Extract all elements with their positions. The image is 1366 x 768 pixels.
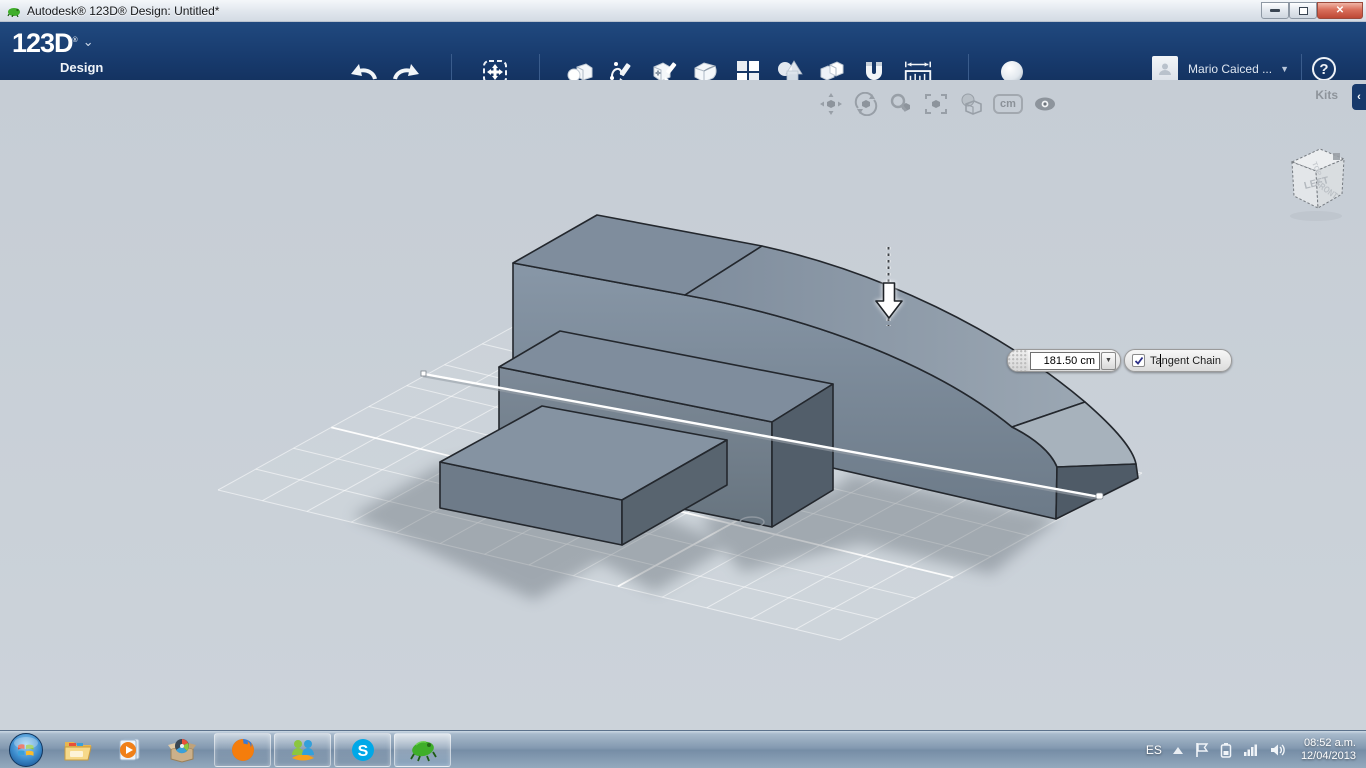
app-menu[interactable]: 123D® ⌄ Design bbox=[12, 28, 103, 75]
fit-button[interactable] bbox=[923, 92, 949, 116]
dimension-widget: ▼ Tangent Chain bbox=[1007, 349, 1232, 372]
fit-icon bbox=[925, 94, 947, 114]
window-titlebar[interactable]: Autodesk® 123D® Design: Untitled* ✕ bbox=[0, 0, 1366, 22]
eye-icon bbox=[1035, 97, 1055, 111]
taskbar-123d-design-button[interactable] bbox=[394, 732, 451, 767]
pan-button[interactable] bbox=[818, 92, 844, 116]
main-toolbar: 123D® ⌄ Design Mario Caiced ... ▼ ? bbox=[0, 22, 1366, 93]
3d-scene[interactable] bbox=[0, 80, 1366, 730]
logo-text: 123D bbox=[12, 28, 74, 58]
view-cube-corner[interactable] bbox=[1333, 153, 1340, 160]
speaker-icon[interactable] bbox=[1270, 743, 1286, 757]
3d-viewport[interactable]: cm Kits ‹ LEFT FRONT TOP 181.50 cm ▼ Tan… bbox=[0, 80, 1366, 730]
shaded-view-icon bbox=[961, 93, 982, 115]
sketch-line-endpoint[interactable] bbox=[1095, 492, 1104, 500]
123d-design-icon bbox=[409, 740, 437, 761]
logo-subtitle: Design bbox=[60, 60, 104, 75]
chevron-down-icon: ⌄ bbox=[82, 34, 94, 49]
taskbar-explorer-button[interactable] bbox=[58, 734, 98, 766]
zoom-button[interactable] bbox=[888, 92, 914, 116]
panel-collapse-tab[interactable]: ‹ bbox=[1352, 84, 1366, 110]
skype-icon: S bbox=[351, 738, 374, 761]
person-icon bbox=[1159, 63, 1172, 75]
orbit-button[interactable] bbox=[853, 92, 879, 116]
zoom-icon bbox=[890, 93, 910, 112]
widget-drag-handle[interactable] bbox=[1008, 350, 1028, 371]
user-dropdown-arrow[interactable]: ▼ bbox=[1280, 64, 1289, 74]
network-signal-icon[interactable] bbox=[1243, 743, 1259, 757]
shaded-view-button[interactable] bbox=[958, 92, 984, 116]
battery-icon[interactable] bbox=[1220, 742, 1232, 758]
pan-icon bbox=[820, 93, 842, 115]
taskbar-skype-button[interactable]: S bbox=[334, 732, 391, 767]
orbit-icon bbox=[854, 92, 878, 116]
explorer-folder-icon bbox=[64, 741, 92, 760]
clock-time: 08:52 a.m. bbox=[1304, 737, 1356, 749]
language-indicator[interactable]: ES bbox=[1146, 743, 1162, 757]
view-cube[interactable]: LEFT FRONT TOP bbox=[1278, 140, 1358, 224]
text-caret bbox=[1159, 354, 1161, 367]
check-icon bbox=[1134, 356, 1143, 365]
dimension-dropdown-button[interactable]: ▼ bbox=[1101, 351, 1116, 370]
desktop: Autodesk® 123D® Design: Untitled* ✕ 123D… bbox=[0, 0, 1366, 768]
help-button[interactable]: ? bbox=[1312, 57, 1336, 81]
action-center-flag-icon[interactable] bbox=[1194, 742, 1209, 758]
restore-button[interactable] bbox=[1289, 2, 1317, 19]
user-avatar[interactable] bbox=[1152, 56, 1179, 82]
system-tray: ES 08:52 a.m. 12/04/2013 bbox=[1146, 731, 1366, 768]
taskbar-boxed-app-button[interactable] bbox=[162, 734, 202, 766]
kits-panel-label: Kits bbox=[1315, 88, 1338, 102]
window-title: Autodesk® 123D® Design: Untitled* bbox=[27, 3, 220, 18]
dimension-input[interactable] bbox=[1030, 351, 1100, 370]
taskbar: S ES 08:52 a.m. 12/04/2013 bbox=[0, 730, 1366, 768]
unit-button[interactable]: cm bbox=[993, 94, 1023, 114]
taskbar-messenger-button[interactable] bbox=[274, 732, 331, 767]
start-button[interactable] bbox=[8, 732, 44, 768]
taskbar-clock[interactable]: 08:52 a.m. 12/04/2013 bbox=[1301, 737, 1356, 763]
firefox-icon bbox=[231, 738, 254, 761]
show-hidden-icons-button[interactable] bbox=[1172, 746, 1183, 754]
close-button[interactable]: ✕ bbox=[1317, 2, 1363, 19]
taskbar-media-player-button[interactable] bbox=[110, 734, 150, 766]
taskbar-firefox-button[interactable] bbox=[214, 732, 271, 767]
sketch-line-endpoint[interactable] bbox=[420, 370, 427, 377]
visibility-button[interactable] bbox=[1032, 92, 1058, 116]
media-player-icon bbox=[119, 738, 140, 760]
tangent-chain-checkbox[interactable] bbox=[1132, 354, 1145, 367]
clock-date: 12/04/2013 bbox=[1300, 750, 1356, 762]
app-window-icon bbox=[7, 7, 20, 17]
svg-text:S: S bbox=[357, 743, 368, 760]
messenger-icon bbox=[291, 739, 314, 760]
view-navigation-bar: cm bbox=[818, 92, 1058, 116]
boxed-app-icon bbox=[168, 738, 196, 763]
minimize-button[interactable] bbox=[1261, 2, 1289, 19]
user-name[interactable]: Mario Caiced ... bbox=[1188, 62, 1272, 76]
